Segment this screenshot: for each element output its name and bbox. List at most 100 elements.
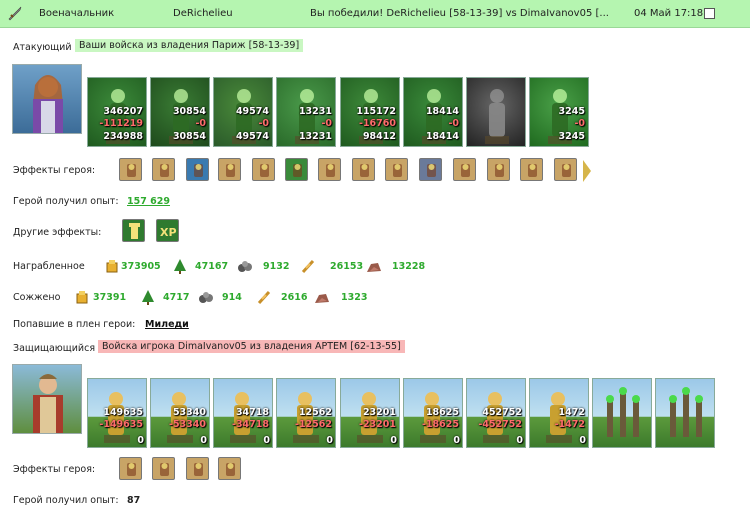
defender-unit-card[interactable]: 149635 -149635 0	[87, 378, 147, 448]
defender-label: Защищающийся	[13, 343, 96, 354]
unit-count-top: 3245	[558, 106, 585, 117]
bow-icon[interactable]	[218, 457, 241, 480]
unit-count-left: 18414	[425, 131, 459, 142]
attacker-label: Атакующий	[13, 42, 72, 53]
unit-count-top: 149635	[103, 407, 143, 418]
header-result[interactable]: Вы победили! DeRichelieu [58-13-39] vs D…	[310, 8, 609, 19]
defender-unit-card[interactable]: 34718 -34718 0	[213, 378, 273, 448]
defender-exp-value: 87	[127, 495, 141, 506]
unit-count-lost: -18625	[422, 419, 459, 430]
unit-count-left: 0	[200, 435, 207, 446]
shield-icon[interactable]	[186, 158, 209, 181]
unit-count-lost: -1472	[554, 419, 585, 430]
unit-count-left: 0	[137, 435, 144, 446]
defender-unit-card[interactable]	[592, 378, 652, 448]
unit-count-top: 23201	[362, 407, 396, 418]
unit-count-lost: -111219	[99, 118, 143, 129]
ore-icon	[198, 289, 214, 305]
defender-unit-card[interactable]: 53340 -53340 0	[150, 378, 210, 448]
helmet-icon[interactable]	[186, 457, 209, 480]
header-date: 04 Май 17:18	[634, 8, 704, 19]
castle-icon[interactable]	[119, 158, 142, 181]
scroll-right-arrow-icon[interactable]	[583, 160, 591, 182]
attacker-unit-card[interactable]: 49574 -0 49574	[213, 77, 273, 147]
armor-icon[interactable]	[218, 158, 241, 181]
captured-hero-link[interactable]: Миледи	[145, 319, 189, 330]
scroll-icon[interactable]	[487, 158, 510, 181]
unit-count-top: 115172	[356, 106, 396, 117]
defender-unit-card[interactable]: 1472 -1472 0	[529, 378, 589, 448]
tower-icon[interactable]	[122, 219, 145, 242]
unit-count-lost: -452752	[478, 419, 522, 430]
unit-count-lost: -12562	[295, 419, 332, 430]
unit-count-top: 49574	[235, 106, 269, 117]
staff-icon[interactable]	[554, 158, 577, 181]
sword-icon[interactable]	[285, 158, 308, 181]
unit-count-left: 0	[579, 435, 586, 446]
amulet-icon[interactable]	[152, 457, 175, 480]
castle-icon[interactable]	[119, 457, 142, 480]
other-effects-label: Другие эффекты:	[13, 227, 102, 238]
burned-value: 1323	[341, 292, 368, 303]
attacker-unit-card[interactable]: 3245 -0 3245	[529, 77, 589, 147]
horn-icon[interactable]	[385, 158, 408, 181]
xp-icon[interactable]: XP	[156, 219, 179, 242]
unit-count-top: 34718	[235, 407, 269, 418]
spell-icon[interactable]	[352, 158, 375, 181]
burned-value: 2616	[281, 292, 308, 303]
gauntlet-icon[interactable]	[318, 158, 341, 181]
burned-value: 914	[222, 292, 242, 303]
ore-icon	[237, 258, 253, 274]
attacker-unit-card[interactable]: 346207 -111219 234988	[87, 77, 147, 147]
unit-count-left: 0	[326, 435, 333, 446]
amulet-icon[interactable]	[419, 158, 442, 181]
unit-count-top: 12562	[298, 407, 332, 418]
unit-count-top: 18414	[425, 106, 459, 117]
select-checkbox[interactable]	[704, 8, 715, 19]
banner-icon[interactable]	[453, 158, 476, 181]
wood-icon	[140, 289, 156, 305]
helmet-icon[interactable]	[252, 158, 275, 181]
attacker-hero-portrait[interactable]	[12, 64, 82, 134]
dice-icon[interactable]	[152, 158, 175, 181]
unit-count-lost: -0	[258, 118, 269, 129]
unit-count-left: 13231	[298, 131, 332, 142]
attacker-exp-value[interactable]: 157 629	[127, 196, 170, 207]
unit-count-top: 18625	[425, 407, 459, 418]
defender-unit-card[interactable]: 18625 -18625 0	[403, 378, 463, 448]
loot-value: 26153	[330, 261, 364, 272]
unit-count-lost: -0	[195, 118, 206, 129]
attacker-unit-card[interactable]: 18414 -0 18414	[403, 77, 463, 147]
unit-count-lost: -0	[448, 118, 459, 129]
header-player: DeRichelieu	[173, 8, 233, 19]
unit-count-top: 346207	[103, 106, 143, 117]
loot-label: Награбленное	[13, 261, 85, 272]
unit-count-left: 3245	[558, 131, 585, 142]
sword-icon	[8, 6, 22, 21]
grain-icon	[256, 289, 272, 305]
unit-count-left: 98412	[362, 131, 396, 142]
defender-unit-card[interactable]	[655, 378, 715, 448]
attacker-effects-label: Эффекты героя:	[13, 165, 96, 176]
attacker-unit-card[interactable]: 30854 -0 30854	[150, 77, 210, 147]
unit-count-left: 49574	[235, 131, 269, 142]
defender-unit-card[interactable]: 23201 -23201 0	[340, 378, 400, 448]
defender-effects-label: Эффекты героя:	[13, 464, 96, 475]
unit-count-lost: -23201	[359, 419, 396, 430]
attacker-unit-card[interactable]: 115172 -16760 98412	[340, 77, 400, 147]
bow-icon[interactable]	[520, 158, 543, 181]
unit-count-left: 234988	[103, 131, 143, 142]
unit-count-left: 0	[390, 435, 397, 446]
attacker-unit-card[interactable]: 13231 -0 13231	[276, 77, 336, 147]
gold-icon	[74, 289, 90, 305]
loot-value: 47167	[195, 261, 229, 272]
unit-count-lost: -53340	[169, 419, 206, 430]
defender-unit-card[interactable]: 452752 -452752 0	[466, 378, 526, 448]
svg-text:XP: XP	[160, 226, 177, 239]
header-role: Военачальник	[39, 8, 115, 19]
attacker-exp-label: Герой получил опыт:	[13, 196, 119, 207]
defender-hero-portrait[interactable]	[12, 364, 82, 434]
attacker-unit-card[interactable]	[466, 77, 526, 147]
stone-icon	[314, 289, 330, 305]
defender-unit-card[interactable]: 12562 -12562 0	[276, 378, 336, 448]
